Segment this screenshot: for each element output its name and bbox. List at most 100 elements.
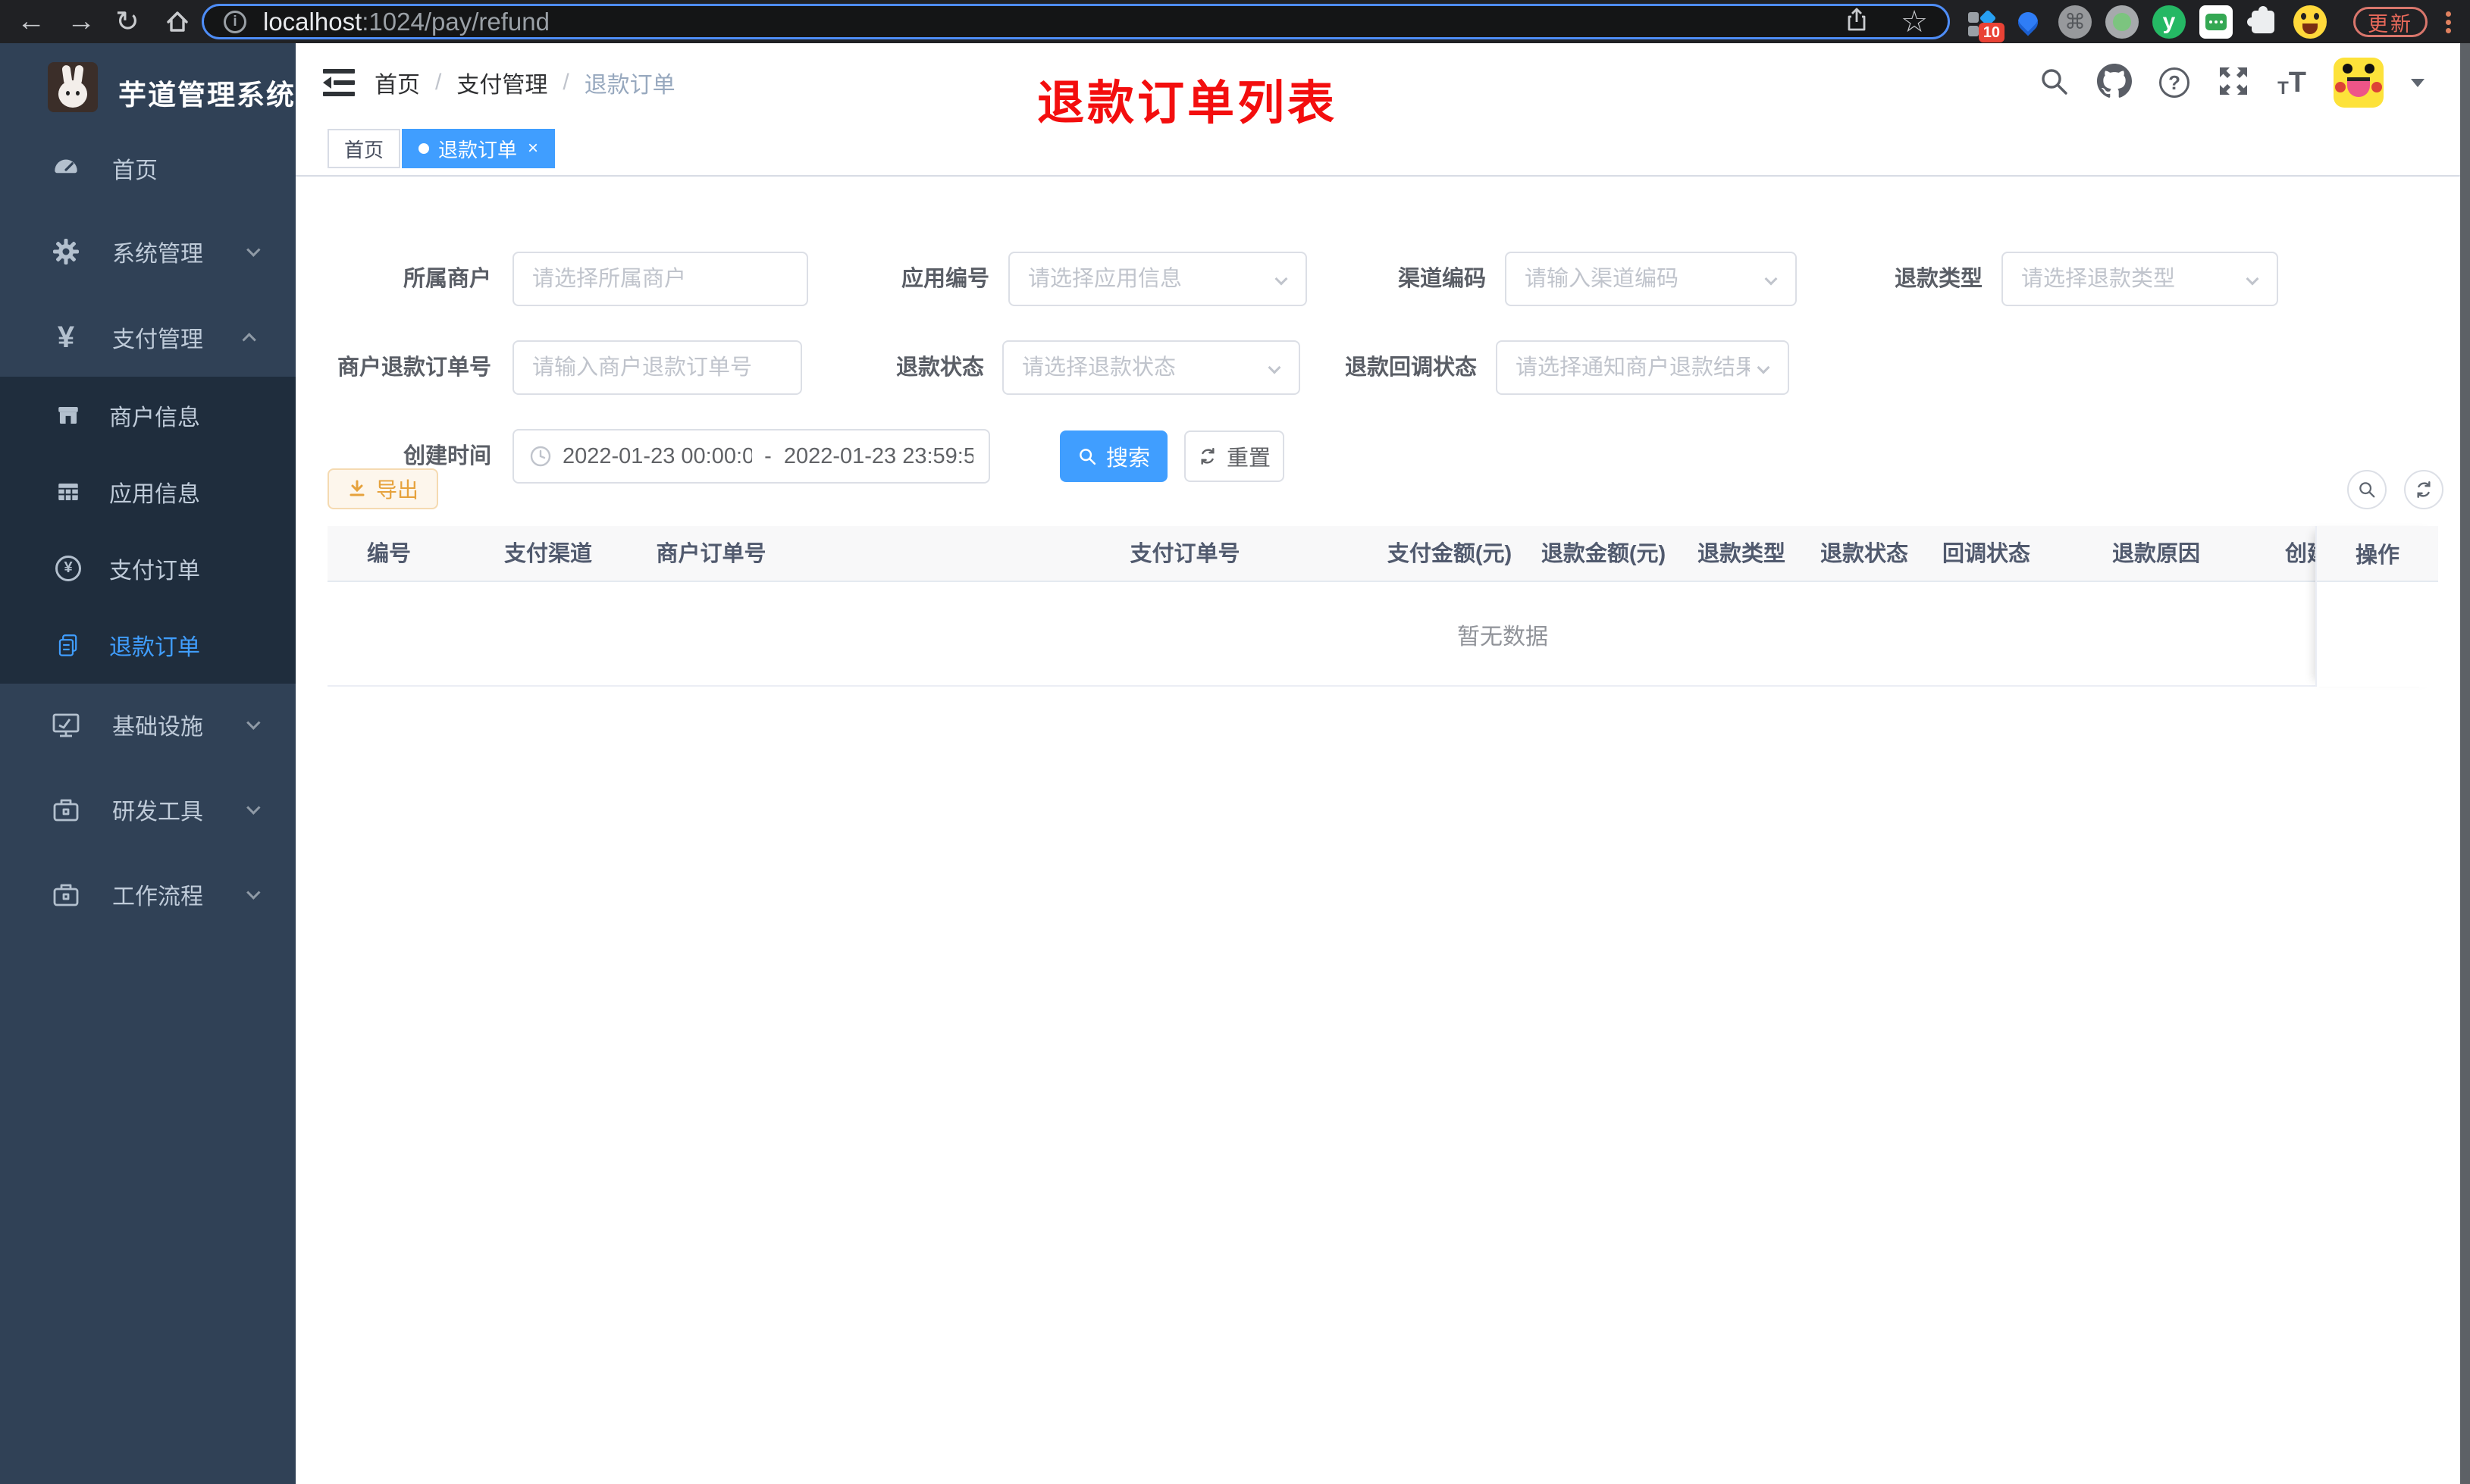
merchant-label: 所属商户 bbox=[403, 267, 491, 291]
page-annotation: 退款订单列表 bbox=[1037, 77, 1338, 130]
channel-select[interactable] bbox=[1505, 252, 1797, 306]
chevron-down-icon bbox=[246, 800, 261, 815]
sidebar-item-home[interactable]: 首页 bbox=[0, 126, 296, 211]
extension-gem-icon[interactable] bbox=[2009, 3, 2047, 41]
export-button[interactable]: 导出 bbox=[328, 468, 438, 509]
col-callback-status: 回调状态 bbox=[1942, 542, 2031, 566]
refresh-table-button[interactable] bbox=[2404, 470, 2443, 509]
extension-emoji-icon[interactable] bbox=[2291, 3, 2329, 41]
create-time-range-picker[interactable]: 2022-01-23 00:00:00 - 2022-01-23 23:59:5… bbox=[512, 429, 990, 484]
col-refund-type: 退款类型 bbox=[1697, 542, 1786, 566]
reset-button[interactable]: 重置 bbox=[1184, 430, 1284, 482]
browser-back-icon[interactable]: ← bbox=[17, 0, 45, 43]
url-text[interactable]: localhost:1024/pay/refund bbox=[263, 8, 550, 36]
sidebar-fold-icon[interactable] bbox=[321, 66, 356, 103]
table-header: 编号 支付渠道 商户订单号 支付订单号 支付金额(元) 退款金额(元) 退款类型… bbox=[328, 526, 2438, 582]
clock-icon bbox=[529, 445, 552, 468]
logo-avatar-icon bbox=[48, 62, 98, 112]
merchant-refund-no-input[interactable] bbox=[512, 340, 802, 395]
app-label: 应用编号 bbox=[901, 267, 989, 291]
refund-status-select[interactable] bbox=[1002, 340, 1300, 395]
sidebar-item-merchant-info[interactable]: 商户信息 bbox=[0, 377, 296, 453]
monitor-icon bbox=[49, 709, 83, 740]
search-icon bbox=[1080, 449, 1096, 465]
search-button[interactable]: 搜索 bbox=[1060, 430, 1168, 482]
refresh-icon bbox=[1201, 448, 1215, 465]
address-bar[interactable]: i localhost:1024/pay/refund ☆ bbox=[202, 4, 1950, 39]
font-size-icon[interactable]: TT bbox=[2277, 67, 2306, 99]
browser-chrome: ← → ↻ i localhost:1024/pay/refund ☆ 10 ⌘ bbox=[0, 0, 2470, 43]
sidebar-item-system[interactable]: 系统管理 bbox=[0, 209, 296, 294]
site-info-icon[interactable]: i bbox=[224, 10, 246, 33]
yen-icon: ¥ bbox=[57, 321, 75, 354]
extensions-puzzle-icon[interactable] bbox=[2244, 3, 2282, 41]
app-select[interactable] bbox=[1008, 252, 1307, 306]
avatar-caret-icon[interactable] bbox=[2411, 78, 2425, 87]
window-scrollbar[interactable] bbox=[2460, 43, 2470, 1484]
active-dot-icon bbox=[418, 143, 429, 154]
sidebar-item-pay-order[interactable]: ¥ 支付订单 bbox=[0, 530, 296, 606]
refund-type-select[interactable] bbox=[2001, 252, 2278, 306]
extension-command-icon[interactable]: ⌘ bbox=[2056, 3, 2094, 41]
browser-forward-icon[interactable]: → bbox=[67, 0, 96, 43]
navbar: 首页 / 支付管理 / 退款订单 ? TT bbox=[296, 43, 2470, 122]
tags-view: 首页 退款订单 × bbox=[296, 122, 2470, 177]
col-id: 编号 bbox=[366, 542, 412, 566]
extension-chat-icon[interactable] bbox=[2197, 3, 2235, 41]
breadcrumb-pay[interactable]: 支付管理 bbox=[456, 66, 547, 99]
download-icon bbox=[349, 480, 365, 496]
sidebar-item-infra[interactable]: 基础设施 bbox=[0, 682, 296, 767]
fixed-action-column: 操作 bbox=[2315, 526, 2438, 687]
breadcrumb: 首页 / 支付管理 / 退款订单 bbox=[375, 43, 675, 122]
toggle-search-button[interactable] bbox=[2347, 470, 2387, 509]
pay-submenu: 商户信息 应用信息 ¥ 支付订单 退款订单 bbox=[0, 377, 296, 684]
browser-home-icon[interactable] bbox=[162, 0, 193, 43]
sidebar-item-app-info[interactable]: 应用信息 bbox=[0, 453, 296, 530]
col-refund-amount: 退款金额(元) bbox=[1541, 542, 1666, 566]
tag-refund-order[interactable]: 退款订单 × bbox=[402, 129, 556, 168]
browser-menu-icon[interactable] bbox=[2446, 8, 2452, 36]
extension-tabs-icon[interactable]: 10 bbox=[1962, 3, 2005, 42]
close-tag-icon[interactable]: × bbox=[528, 139, 538, 158]
github-icon[interactable] bbox=[2097, 63, 2133, 102]
table-body: 暂无数据 bbox=[328, 584, 2438, 687]
tag-home[interactable]: 首页 bbox=[328, 129, 401, 168]
refund-table: 编号 支付渠道 商户订单号 支付订单号 支付金额(元) 退款金额(元) 退款类型… bbox=[328, 526, 2438, 688]
col-pay-order-no: 支付订单号 bbox=[1130, 542, 1240, 566]
extension-y-icon[interactable]: y bbox=[2150, 3, 2188, 41]
gear-icon bbox=[49, 236, 83, 267]
main-area: 首页 / 支付管理 / 退款订单 ? TT 退款订单列表 首页 退款订单 × 所… bbox=[296, 43, 2470, 1484]
chevron-down-icon bbox=[246, 242, 261, 257]
avatar[interactable] bbox=[2334, 58, 2384, 108]
sidebar-item-pay[interactable]: ¥ 支付管理 bbox=[0, 295, 296, 380]
merchant-select[interactable] bbox=[512, 252, 808, 306]
header-search-icon[interactable] bbox=[2038, 65, 2070, 101]
sidebar-item-workflow[interactable]: 工作流程 bbox=[0, 852, 296, 937]
col-pay-amount: 支付金额(元) bbox=[1387, 542, 1512, 566]
bookmark-star-icon[interactable]: ☆ bbox=[1901, 7, 1928, 37]
col-action: 操作 bbox=[2317, 526, 2438, 582]
browser-reload-icon[interactable]: ↻ bbox=[115, 0, 139, 43]
channel-label: 渠道编码 bbox=[1397, 267, 1486, 291]
shop-icon bbox=[55, 402, 82, 428]
dashboard-icon bbox=[49, 152, 83, 184]
notify-status-select[interactable] bbox=[1496, 340, 1789, 395]
chevron-down-icon bbox=[246, 884, 261, 900]
breadcrumb-home[interactable]: 首页 bbox=[375, 66, 420, 99]
browser-update-button[interactable]: 更新 bbox=[2353, 7, 2428, 37]
col-merchant-order-no: 商户订单号 bbox=[656, 542, 766, 566]
range-start: 2022-01-23 00:00:00 bbox=[563, 443, 753, 468]
extension-badge: 10 bbox=[1978, 22, 2005, 42]
extension-record-icon[interactable] bbox=[2103, 3, 2141, 41]
yen-circle-icon: ¥ bbox=[55, 555, 82, 581]
range-end: 2022-01-23 23:59:59 bbox=[783, 443, 973, 468]
sidebar-item-devtools[interactable]: 研发工具 bbox=[0, 767, 296, 852]
breadcrumb-current: 退款订单 bbox=[584, 73, 675, 98]
help-icon[interactable]: ? bbox=[2159, 67, 2190, 98]
sidebar-item-refund-order[interactable]: 退款订单 bbox=[0, 606, 296, 683]
briefcase-icon bbox=[49, 794, 83, 825]
refund-status-label: 退款状态 bbox=[895, 355, 984, 380]
col-refund-reason: 退款原因 bbox=[2111, 542, 2201, 566]
share-icon[interactable] bbox=[1843, 6, 1870, 37]
fullscreen-icon[interactable] bbox=[2217, 64, 2250, 102]
